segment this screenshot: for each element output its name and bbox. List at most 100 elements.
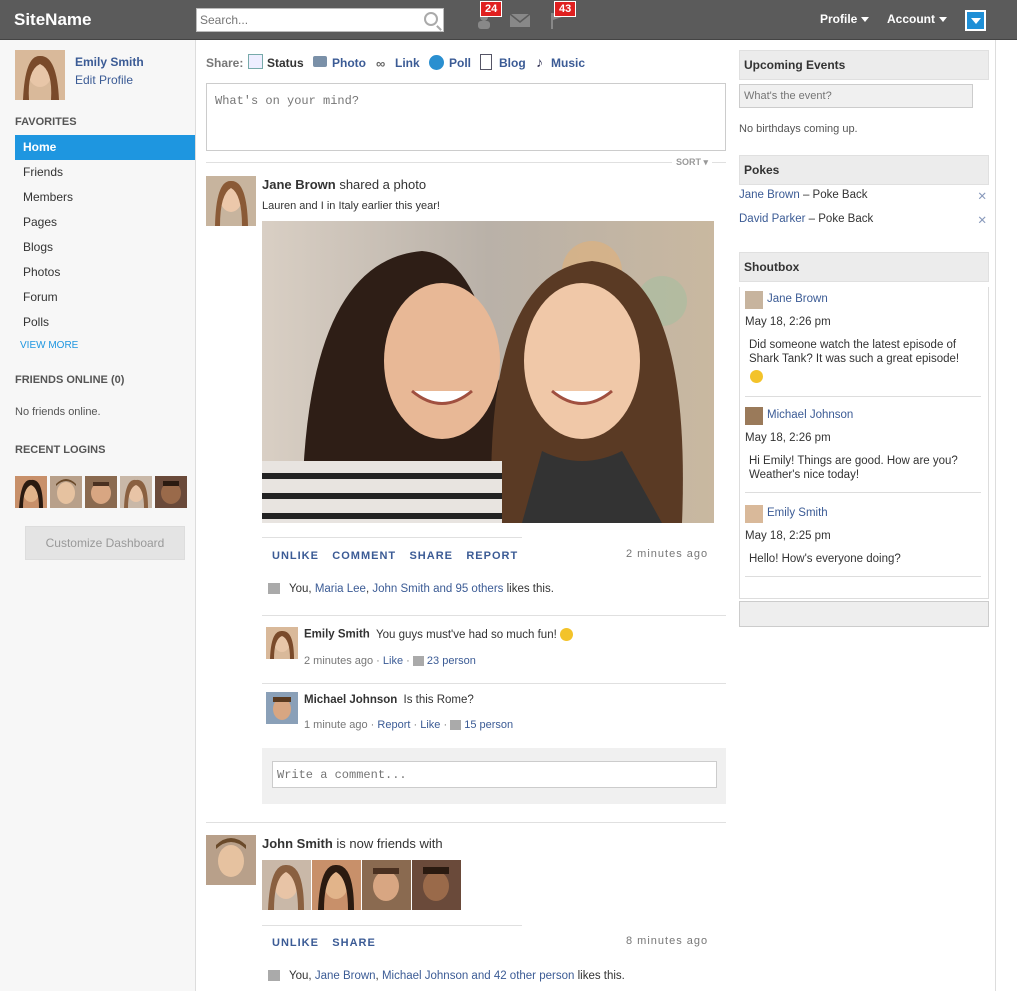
friend-avatar[interactable]	[312, 860, 361, 910]
shout-author-link[interactable]: Emily Smith	[767, 507, 828, 519]
comment-likes-count[interactable]: 23 person	[427, 655, 476, 667]
friend-avatar[interactable]	[412, 860, 461, 910]
post-author-avatar[interactable]	[206, 176, 256, 226]
site-logo[interactable]: SiteName	[14, 10, 91, 30]
poke-back-link[interactable]: – Poke Back	[809, 213, 874, 225]
shout-item: Jane Brown May 18, 2:26 pm Did someone w…	[745, 291, 981, 397]
friend-avatar[interactable]	[362, 860, 411, 910]
recent-login-avatar[interactable]	[155, 476, 187, 508]
comment-button[interactable]: COMMENT	[332, 550, 396, 562]
tab-blog[interactable]: Blog	[499, 56, 526, 70]
poke-back-link[interactable]: – Poke Back	[803, 189, 868, 201]
edit-profile-link[interactable]: Edit Profile	[75, 73, 133, 87]
post-author-link[interactable]: John Smith	[262, 836, 333, 851]
recent-login-avatar[interactable]	[120, 476, 152, 508]
shout-author-link[interactable]: Michael Johnson	[767, 409, 853, 421]
post-author-link[interactable]: Jane Brown	[262, 177, 336, 192]
close-icon[interactable]: ✕	[977, 189, 987, 203]
caret-down-icon	[861, 17, 870, 23]
recent-login-avatar[interactable]	[15, 476, 47, 508]
comment-author-link[interactable]: Emily Smith	[304, 629, 370, 641]
no-friends-online-text: No friends online.	[15, 406, 101, 418]
shout-avatar	[745, 291, 763, 309]
tab-music[interactable]: Music	[551, 56, 585, 70]
recent-login-avatar[interactable]	[85, 476, 117, 508]
comment-avatar[interactable]	[266, 627, 298, 659]
post-actions: UNLIKE COMMENT SHARE REPORT	[272, 548, 518, 562]
sidebar-item-blogs[interactable]: Blogs	[15, 235, 195, 260]
sidebar-item-members[interactable]: Members	[15, 185, 195, 210]
sidebar-item-photos[interactable]: Photos	[15, 260, 195, 285]
comment-avatar[interactable]	[266, 692, 298, 724]
unlike-button[interactable]: UNLIKE	[272, 550, 319, 562]
comment-input[interactable]	[272, 761, 717, 788]
search-icon[interactable]	[424, 12, 438, 26]
friends-online-heading: FRIENDS ONLINE (0)	[15, 374, 125, 386]
likes-suffix-text: likes this.	[577, 970, 625, 982]
tab-status[interactable]: Status	[267, 56, 304, 70]
thumbs-up-icon	[450, 720, 462, 731]
likes-name-link[interactable]: Maria Lee	[315, 583, 366, 595]
sidebar-item-pages[interactable]: Pages	[15, 210, 195, 235]
unlike-button[interactable]: UNLIKE	[272, 937, 319, 949]
account-menu[interactable]: Account	[887, 12, 947, 26]
share-button[interactable]: SHARE	[409, 550, 453, 562]
friend-avatar[interactable]	[262, 860, 311, 910]
shout-author-link[interactable]: Jane Brown	[767, 293, 828, 305]
shoutbox-panel: Jane Brown May 18, 2:26 pm Did someone w…	[739, 287, 989, 599]
tab-poll[interactable]: Poll	[449, 56, 471, 70]
profile-menu[interactable]: Profile	[820, 12, 870, 26]
no-birthdays-text: No birthdays coming up.	[739, 123, 858, 135]
shout-item: Emily Smith May 18, 2:25 pm Hello! How's…	[745, 505, 981, 577]
shout-text: Hello! How's everyone doing?	[749, 553, 901, 565]
customize-dashboard-button[interactable]: Customize Dashboard	[25, 526, 185, 560]
caret-down-icon	[939, 17, 947, 23]
notifications-flag-icon[interactable]: 43	[548, 1, 577, 29]
tab-photo[interactable]: Photo	[332, 56, 366, 70]
smiley-icon	[560, 628, 573, 641]
poll-icon	[429, 55, 444, 70]
messages-icon[interactable]	[509, 11, 531, 29]
user-name-link[interactable]: Emily Smith	[75, 55, 144, 69]
shoutbox-input[interactable]	[739, 601, 989, 627]
comment-author-link[interactable]: Michael Johnson	[304, 694, 397, 706]
shout-text: Hi Emily! Things are good. How are you? …	[749, 455, 958, 481]
event-input[interactable]	[739, 84, 973, 108]
new-friends-avatars	[262, 860, 461, 910]
likes-name-link[interactable]: Jane Brown	[315, 970, 376, 982]
poke-name-link[interactable]: David Parker	[739, 213, 805, 225]
status-input[interactable]	[206, 83, 726, 151]
post-photo[interactable]	[262, 221, 714, 523]
likes-others-link[interactable]: John Smith and 95 others	[372, 583, 503, 595]
pokes-heading: Pokes	[739, 155, 989, 185]
share-button[interactable]: SHARE	[332, 937, 376, 949]
post-time: 2 minutes ago	[626, 548, 709, 560]
likes-others-link[interactable]: Michael Johnson and 42 other person	[382, 970, 574, 982]
user-avatar[interactable]	[15, 50, 65, 100]
share-label: Share:	[206, 56, 244, 70]
comment-likes-count[interactable]: 15 person	[464, 719, 513, 731]
comment-like-link[interactable]: Like	[383, 655, 403, 667]
sort-menu[interactable]: SORT ▾	[672, 157, 713, 168]
sidebar-item-forum[interactable]: Forum	[15, 285, 195, 310]
sidebar-item-home[interactable]: Home	[15, 135, 195, 160]
sidebar-item-polls[interactable]: Polls	[15, 310, 195, 335]
poke-name-link[interactable]: Jane Brown	[739, 189, 800, 201]
post-author-avatar[interactable]	[206, 835, 256, 885]
favorites-menu: Home Friends Members Pages Blogs Photos …	[15, 135, 195, 335]
search-box[interactable]	[196, 8, 444, 32]
close-icon[interactable]: ✕	[977, 213, 987, 227]
comment-like-link[interactable]: Like	[420, 719, 440, 731]
dropdown-toggle-icon[interactable]	[965, 10, 986, 31]
comment-report-link[interactable]: Report	[377, 719, 410, 731]
search-input[interactable]	[197, 9, 417, 31]
tab-link[interactable]: Link	[395, 56, 420, 70]
sidebar-item-friends[interactable]: Friends	[15, 160, 195, 185]
report-button[interactable]: REPORT	[466, 550, 518, 562]
post-time: 8 minutes ago	[626, 935, 709, 947]
recent-login-avatar[interactable]	[50, 476, 82, 508]
view-more-link[interactable]: VIEW MORE	[20, 340, 78, 351]
post-action-text: is now friends with	[336, 836, 443, 851]
poke-item: David Parker – Poke Back ✕	[739, 213, 989, 227]
friend-requests-icon[interactable]: 24	[474, 1, 503, 29]
